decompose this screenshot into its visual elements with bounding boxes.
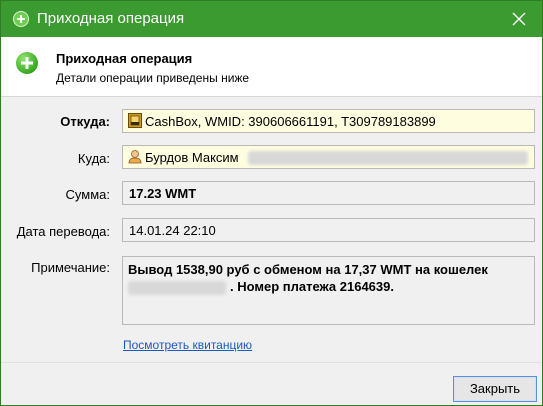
view-receipt-link[interactable]: Посмотреть квитанцию [123,338,252,352]
title-bar: Приходная операция [1,1,542,37]
close-button[interactable]: Закрыть [453,376,537,402]
dialog-header: Приходная операция Детали операции приве… [1,37,542,97]
header-subtitle: Детали операции приведены ниже [56,71,250,85]
note-line-1: Вывод 1538,90 руб с обменом на 17,37 WMT… [128,262,488,277]
plus-circle-icon [16,52,38,74]
to-label: Куда: [77,151,110,166]
date-value: 14.01.24 22:10 [129,223,216,238]
dialog-window: Приходная операция Приходная операция Де… [0,0,543,406]
close-icon[interactable] [496,1,542,37]
from-label: Откуда: [60,114,110,129]
from-field[interactable]: CashBox, WMID: 390606661191, T3097891838… [122,109,535,133]
window-title: Приходная операция [37,10,185,27]
note-field[interactable]: Вывод 1538,90 руб с обменом на 17,37 WMT… [122,256,535,325]
note-line-2: . Номер платежа 2164639. [230,279,394,294]
amount-value: 17.23 WMT [129,186,197,201]
note-label: Примечание: [31,260,110,275]
user-icon [128,149,142,164]
header-title: Приходная операция [56,51,193,66]
incoming-operation-icon [13,11,29,27]
from-value: CashBox, WMID: 390606661191, T3097891838… [145,114,436,129]
date-label: Дата перевода: [16,224,110,239]
to-value: Бурдов Максим [145,150,239,165]
footer-divider [1,362,542,363]
to-field[interactable]: Бурдов Максим [122,145,535,169]
amount-label: Сумма: [65,187,110,202]
date-field[interactable]: 14.01.24 22:10 [122,218,535,242]
cashbox-icon [128,113,142,128]
redacted-purse [128,281,226,295]
redacted-wallet [248,151,528,165]
amount-field[interactable]: 17.23 WMT [122,181,535,205]
